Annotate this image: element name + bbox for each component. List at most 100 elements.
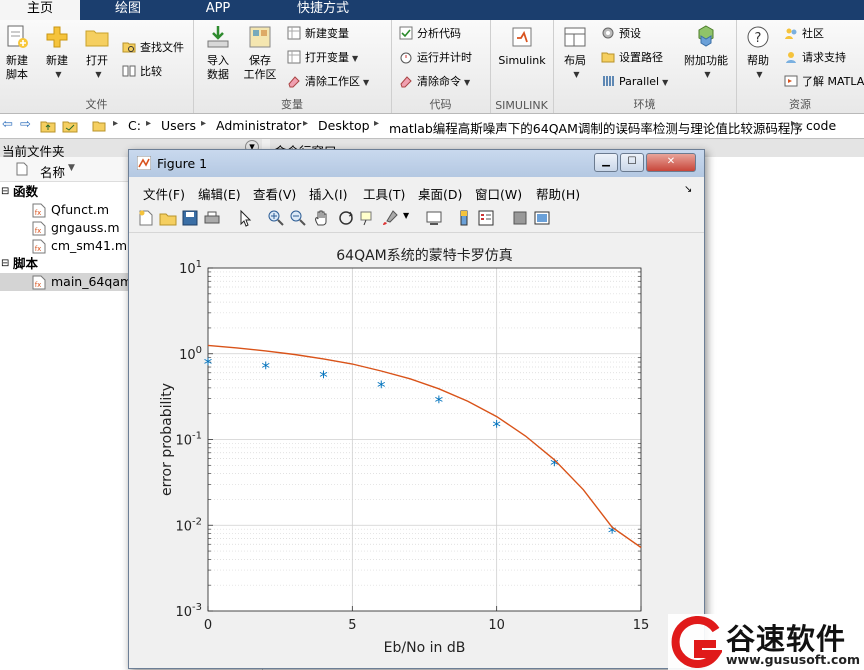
zoom-in-icon[interactable] — [267, 209, 285, 227]
add-ons-button[interactable]: 附加功能 ▼ — [681, 24, 731, 82]
stopwatch-icon — [400, 52, 412, 64]
tab-home[interactable]: 主页 — [0, 0, 80, 20]
menu-help[interactable]: 帮助(H) — [536, 184, 580, 203]
group-simulink: Simulink SIMULINK — [490, 20, 554, 113]
plot-area[interactable]: 10110010-110-210-30 5 10 15* * ******64QAM系统的… — [129, 233, 704, 668]
address-bar: ⇦ ⇨ C: ▸ Users ▸ Administrator ▸ Desktop ▸ matla… — [0, 114, 864, 139]
request-support-button[interactable]: 请求支持 — [784, 48, 846, 68]
rotate-3d-icon[interactable] — [337, 209, 355, 227]
group-label-simulink: SIMULINK — [495, 99, 548, 112]
compare-button[interactable]: 比较 — [122, 62, 162, 82]
breadcrumb-separator-icon[interactable]: ▸ — [374, 118, 379, 129]
collapse-icon[interactable]: ⊟ — [1, 183, 9, 201]
open-file-icon[interactable] — [159, 209, 177, 227]
dock-arrow-icon[interactable]: ↘ — [684, 184, 692, 195]
help-button[interactable]: ? 帮助 ▼ — [742, 24, 774, 82]
brush-icon[interactable] — [381, 209, 399, 227]
up-folder-icon[interactable] — [40, 119, 56, 133]
menu-window[interactable]: 窗口(W) — [475, 184, 522, 203]
hide-plot-tools-icon[interactable] — [511, 209, 529, 227]
print-icon[interactable] — [203, 209, 221, 227]
preferences-button[interactable]: 预设 — [601, 24, 641, 44]
save-icon[interactable] — [181, 209, 199, 227]
y-tick-label: 10-3 — [175, 602, 202, 620]
group-file: 新建 脚本 新建 ▼ 打开 ▼ 查找文件 比较 文件 — [0, 20, 194, 113]
forward-arrow-icon[interactable]: ⇨ — [20, 117, 31, 132]
tab-shortcuts[interactable]: 快捷方式 — [268, 0, 378, 20]
new-button[interactable]: 新建 ▼ — [42, 24, 72, 82]
breadcrumb-separator-icon[interactable]: ▸ — [146, 118, 151, 129]
breadcrumb-item[interactable]: Users — [161, 118, 196, 133]
breadcrumb-item[interactable]: Desktop — [318, 118, 370, 133]
show-plot-tools-icon[interactable] — [533, 209, 551, 227]
tab-apps[interactable]: APP — [178, 0, 258, 20]
new-figure-icon[interactable] — [137, 209, 155, 227]
close-button[interactable]: ✕ — [646, 153, 696, 172]
breadcrumb-separator-icon[interactable]: ▸ — [303, 118, 308, 129]
analyze-code-button[interactable]: 分析代码 — [399, 24, 461, 44]
layout-label: 布局 — [564, 54, 586, 67]
sort-caret-icon: ▼ — [68, 163, 75, 173]
y-tick-exponent: 0 — [196, 345, 202, 356]
group-variable: 导入 数据 保存 工作区 新建变量 打开变量 ▼ 清除工作区 ▼ 变量 — [193, 20, 392, 113]
zoom-out-icon[interactable] — [289, 209, 307, 227]
menu-file[interactable]: 文件(F) — [143, 184, 185, 203]
maximize-button[interactable]: ☐ — [620, 153, 644, 172]
data-cursor-icon[interactable] — [359, 209, 377, 227]
figure-title-bar[interactable]: Figure 1 ▁ ☐ ✕ — [129, 150, 704, 177]
clear-commands-button[interactable]: 清除命令 ▼ — [399, 72, 470, 92]
caret-icon: ▼ — [352, 54, 359, 63]
brush-caret-icon[interactable]: ▼ — [403, 211, 409, 220]
simulink-label: Simulink — [498, 54, 546, 67]
community-button[interactable]: 社区 — [784, 24, 824, 44]
breadcrumb-separator-icon[interactable]: ▸ — [201, 118, 206, 129]
colorbar-icon[interactable] — [455, 209, 473, 227]
run-and-time-button[interactable]: 运行并计时 — [399, 48, 472, 68]
breadcrumb-separator-icon[interactable]: ▸ — [113, 118, 118, 129]
close-icon: ✕ — [666, 156, 676, 167]
m-file-icon: fx — [32, 203, 46, 218]
tab-plots[interactable]: 绘图 — [88, 0, 168, 20]
caret-icon: ▼ — [756, 70, 763, 79]
layout-button[interactable]: 布局 ▼ — [559, 24, 591, 82]
save-workspace-button[interactable]: 保存 工作区 — [243, 24, 277, 82]
gear-icon — [602, 27, 614, 39]
back-arrow-icon[interactable]: ⇦ — [2, 117, 13, 132]
breadcrumb-item[interactable]: C: — [128, 118, 141, 133]
find-files-button[interactable]: 查找文件 — [122, 38, 184, 58]
learn-matlab-button[interactable]: 了解 MATLAB — [784, 72, 864, 92]
breadcrumb-item[interactable]: code — [806, 118, 836, 133]
parallel-button[interactable]: Parallel ▼ — [601, 72, 668, 92]
link-plot-icon[interactable] — [425, 209, 443, 227]
open-button[interactable]: 打开 ▼ — [82, 24, 112, 82]
breadcrumb-item[interactable]: Administrator — [216, 118, 301, 133]
new-script-button[interactable]: 新建 脚本 — [2, 24, 32, 82]
figure-canvas[interactable]: 101 100 10-1 10-2 10-3 0 5 10 15 * * * * * * * * 64QAM系统的… — [129, 233, 704, 668]
set-path-button[interactable]: 设置路径 — [601, 48, 663, 68]
open-variable-button[interactable]: 打开变量 ▼ — [287, 48, 358, 68]
breadcrumb-item[interactable]: matlab编程高斯噪声下的64QAM调制的误码率检测与理论值比较源码程序 — [389, 118, 803, 137]
breadcrumb-separator-icon[interactable]: ▸ — [791, 118, 796, 129]
select-pointer-icon[interactable] — [237, 209, 255, 227]
menu-tools[interactable]: 工具(T) — [363, 184, 405, 203]
import-label: 导入 数据 — [207, 54, 229, 81]
clear-workspace-button[interactable]: 清除工作区 ▼ — [287, 72, 369, 92]
new-variable-button[interactable]: 新建变量 — [287, 24, 349, 44]
menu-view[interactable]: 查看(V) — [253, 184, 296, 203]
caret-icon: ▼ — [704, 70, 711, 79]
minimize-button[interactable]: ▁ — [594, 153, 618, 172]
caret-icon: ▼ — [363, 78, 370, 87]
menu-desktop[interactable]: 桌面(D) — [418, 184, 462, 203]
legend-icon[interactable] — [477, 209, 495, 227]
y-axis-label: error probability — [159, 383, 175, 496]
menu-edit[interactable]: 编辑(E) — [198, 184, 241, 203]
menu-insert[interactable]: 插入(I) — [309, 184, 347, 203]
collapse-icon[interactable]: ⊟ — [1, 255, 9, 273]
import-data-button[interactable]: 导入 数据 — [201, 24, 235, 82]
plus-icon — [46, 26, 68, 48]
browse-folder-icon[interactable] — [62, 119, 78, 133]
new-variable-icon — [287, 26, 301, 40]
pan-hand-icon[interactable] — [313, 209, 331, 227]
folder-path-icon — [601, 52, 615, 63]
simulink-button[interactable]: Simulink — [496, 24, 548, 68]
